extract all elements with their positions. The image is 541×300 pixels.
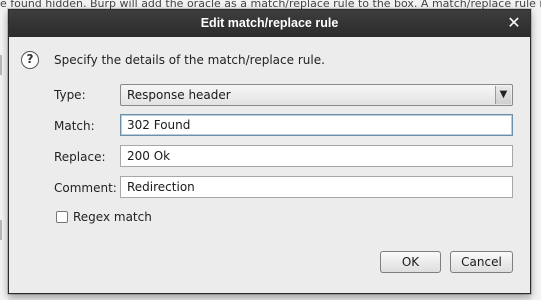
match-replace-dialog: Edit match/replace rule ✕ ? Specify the … (8, 9, 531, 294)
dialog-intro: Specify the details of the match/replace… (54, 53, 325, 67)
dialog-titlebar: Edit match/replace rule ✕ (9, 10, 530, 37)
match-label: Match: (54, 119, 95, 133)
chevron-down-icon[interactable]: ▼ (495, 86, 511, 104)
comment-label: Comment: (54, 181, 117, 195)
replace-label: Replace: (54, 150, 106, 164)
background-mark (0, 55, 2, 75)
regex-match-checkbox[interactable] (56, 211, 68, 223)
match-input[interactable] (120, 114, 513, 136)
regex-match-label[interactable]: Regex match (73, 210, 152, 224)
type-label: Type: (54, 88, 86, 102)
type-select[interactable]: Response header ▼ (120, 84, 513, 106)
cancel-button[interactable]: Cancel (450, 251, 513, 273)
ok-button[interactable]: OK (380, 251, 441, 273)
background-window-left (0, 10, 8, 300)
replace-input[interactable] (120, 145, 513, 167)
background-mark (0, 220, 2, 240)
background-window-right (531, 10, 541, 300)
comment-input[interactable] (120, 176, 513, 198)
dialog-title: Edit match/replace rule (200, 16, 339, 30)
question-circle-icon: ? (21, 51, 39, 69)
type-select-value: Response header (127, 88, 231, 102)
close-icon[interactable]: ✕ (505, 14, 523, 32)
